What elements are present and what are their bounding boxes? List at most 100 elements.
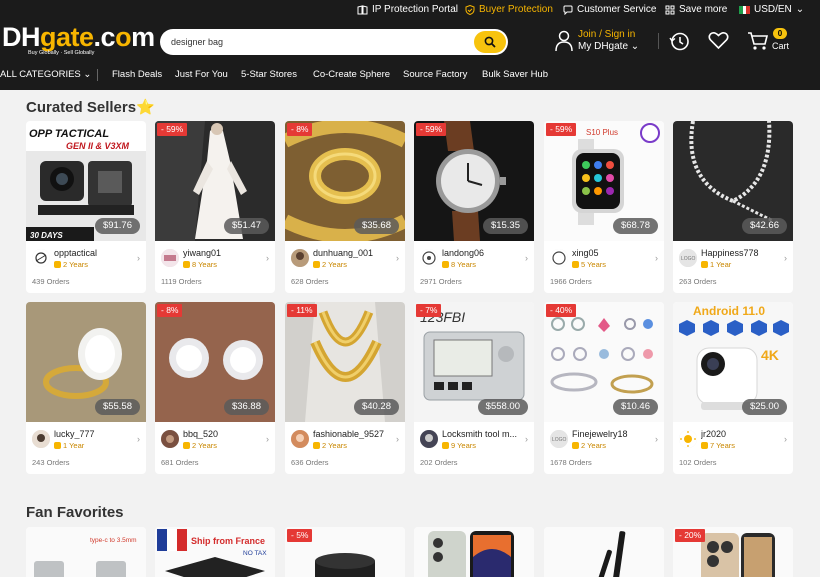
nav-co-create-sphere[interactable]: Co-Create Sphere: [313, 69, 390, 80]
seller-avatar: [291, 430, 309, 448]
seller-card[interactable]: 123FBI - 7% $558.00 Locksmith tool m... …: [414, 302, 534, 474]
nav-bulk-saver-hub[interactable]: Bulk Saver Hub: [482, 69, 548, 80]
svg-text:NO TAX: NO TAX: [243, 550, 267, 557]
nav-flash-deals[interactable]: Flash Deals: [112, 69, 162, 80]
chevron-right-icon: ›: [784, 253, 787, 263]
seller-card[interactable]: - 40% $10.46 LOGO Finejewelry18 2 Years …: [544, 302, 664, 474]
chevron-right-icon: ›: [525, 253, 528, 263]
chevron-right-icon: ›: [137, 434, 140, 444]
customer-service-label: Customer Service: [577, 4, 657, 15]
category-nav: ALL CATEGORIES ⌄ Flash Deals Just For Yo…: [0, 66, 820, 84]
seller-orders: 243 Orders: [32, 458, 70, 467]
seller-years: 8 Years: [183, 260, 217, 269]
header-divider: [658, 33, 659, 49]
seller-years: 2 Years: [313, 260, 347, 269]
seller-avatar: [161, 430, 179, 448]
locale-selector[interactable]: USD/EN ⌄: [739, 4, 804, 15]
seller-orders: 681 Orders: [161, 458, 199, 467]
discount-badge: - 40%: [546, 304, 577, 317]
discount-badge: - 59%: [416, 123, 447, 136]
locale-label: USD/EN: [754, 4, 792, 15]
seller-orders: 263 Orders: [679, 277, 717, 286]
shield-icon: [465, 4, 475, 15]
price-tag: $15.35: [482, 218, 528, 234]
seller-name: Locksmith tool m...: [442, 429, 518, 439]
seller-card[interactable]: S10 Plus - 59% $68.78 xing05 5 Years › 1…: [544, 121, 664, 293]
seller-avatar: [32, 249, 50, 267]
nav-five-star-stores[interactable]: 5-Star Stores: [241, 69, 297, 80]
book-icon: [357, 4, 368, 14]
price-tag: $35.68: [353, 218, 399, 234]
cart-label[interactable]: Cart: [772, 41, 789, 51]
dhgate-logo[interactable]: DHgate.com Buy Globally · Sell Globally: [2, 22, 155, 60]
account-menu[interactable]: Join / Sign in My DHgate ⌄: [555, 29, 650, 55]
top-header: IP Protection Portal Buyer Protection Cu…: [0, 0, 820, 90]
buyer-protection-link[interactable]: Buyer Protection: [465, 4, 553, 15]
product-card[interactable]: - 5%: [285, 527, 405, 577]
seller-orders: 202 Orders: [420, 458, 458, 467]
product-card[interactable]: Ship from France NO TAX: [155, 527, 275, 577]
chevron-right-icon: ›: [396, 434, 399, 444]
seller-card[interactable]: $42.66 LOGO Happiness778 1 Year › 263 Or…: [673, 121, 793, 293]
svg-text:S10 Plus: S10 Plus: [586, 128, 618, 137]
seller-card[interactable]: - 59% $51.47 yiwang01 8 Years › 1119 Ord…: [155, 121, 275, 293]
product-image: Ship from France NO TAX: [155, 527, 275, 577]
product-image: type-c to 3.5mm: [26, 527, 146, 577]
discount-badge: - 20%: [675, 529, 706, 542]
seller-avatar: [679, 430, 697, 448]
product-card[interactable]: [544, 527, 664, 577]
product-card[interactable]: type-c to 3.5mm: [26, 527, 146, 577]
seller-orders: 1966 Orders: [550, 277, 592, 286]
seller-avatar: [420, 430, 438, 448]
seller-avatar: [420, 249, 438, 267]
my-dhgate-link[interactable]: My DHgate ⌄: [578, 41, 639, 52]
price-tag: $55.58: [94, 399, 140, 415]
chevron-right-icon: ›: [396, 253, 399, 263]
all-categories-menu[interactable]: ALL CATEGORIES ⌄: [0, 69, 91, 80]
join-signin-link[interactable]: Join / Sign in: [578, 29, 635, 40]
seller-card[interactable]: Android 11.0 4K $25.00 jr2020 7 Years › …: [673, 302, 793, 474]
seller-name: yiwang01: [183, 248, 222, 258]
ip-protection-label: IP Protection Portal: [372, 4, 458, 15]
product-card[interactable]: [414, 527, 534, 577]
price-tag: $36.88: [223, 399, 269, 415]
seller-card[interactable]: - 11% $40.28 fashionable_9527 2 Years › …: [285, 302, 405, 474]
nav-source-factory[interactable]: Source Factory: [403, 69, 467, 80]
nav-just-for-you[interactable]: Just For You: [175, 69, 228, 80]
ip-protection-link[interactable]: IP Protection Portal: [357, 4, 458, 15]
seller-orders: 1119 Orders: [161, 277, 202, 286]
seller-orders: 636 Orders: [291, 458, 329, 467]
svg-text:30 DAYS: 30 DAYS: [30, 231, 63, 240]
discount-badge: - 8%: [157, 304, 183, 317]
seller-name: jr2020: [701, 429, 727, 439]
chevron-right-icon: ›: [655, 253, 658, 263]
seller-card[interactable]: - 8% $36.88 bbq_520 2 Years › 681 Orders: [155, 302, 275, 474]
seller-years: 2 Years: [572, 441, 606, 450]
seller-card[interactable]: - 59% $15.35 landong06 8 Years › 2971 Or…: [414, 121, 534, 293]
search-bar: [160, 29, 508, 55]
chevron-right-icon: ›: [525, 434, 528, 444]
customer-service-link[interactable]: Customer Service: [563, 4, 656, 15]
search-button[interactable]: [474, 31, 506, 53]
search-icon: [484, 36, 496, 48]
heart-icon[interactable]: [708, 31, 729, 50]
seller-avatar: [32, 430, 50, 448]
logo-wordmark: DHgate.com: [2, 22, 155, 52]
seller-years: 9 Years: [442, 441, 476, 450]
cart-icon[interactable]: [747, 31, 769, 51]
search-input[interactable]: [171, 34, 471, 50]
seller-name: dunhuang_001: [313, 248, 374, 258]
seller-card[interactable]: OPP TACTICAL GEN II & V3XM 30 DAYS $91.7…: [26, 121, 146, 293]
save-more-link[interactable]: Save more: [665, 4, 727, 15]
seller-card[interactable]: $55.58 lucky_777 1 Year › 243 Orders: [26, 302, 146, 474]
history-icon[interactable]: [669, 31, 690, 52]
seller-name: xing05: [572, 248, 599, 258]
chat-icon: [563, 5, 573, 15]
seller-name: Happiness778: [701, 248, 759, 258]
seller-orders: 2971 Orders: [420, 277, 462, 286]
product-card[interactable]: - 20%: [673, 527, 793, 577]
seller-card[interactable]: - 8% $35.68 dunhuang_001 2 Years › 628 O…: [285, 121, 405, 293]
user-icon: [555, 30, 573, 52]
seller-name: fashionable_9527: [313, 429, 385, 439]
seller-years: 1 Year: [701, 260, 731, 269]
